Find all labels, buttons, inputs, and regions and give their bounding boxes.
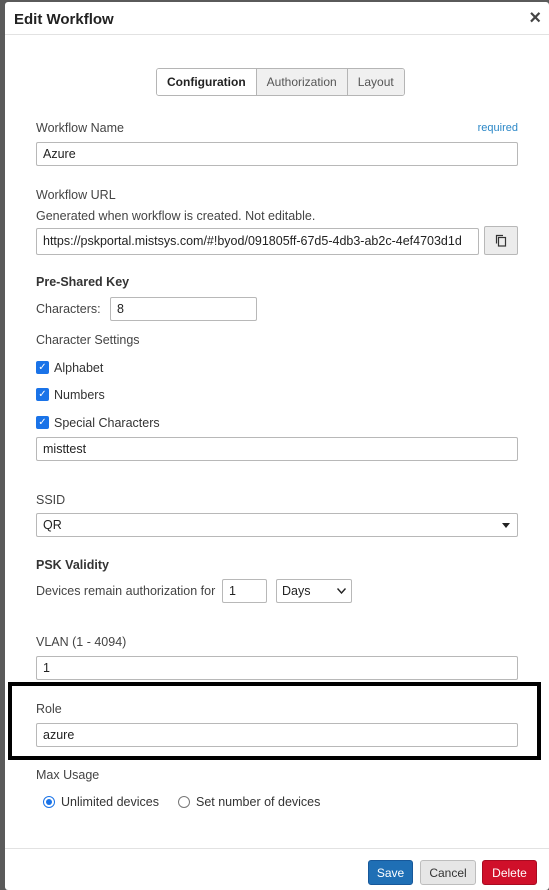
psk-validity-heading: PSK Validity	[36, 558, 109, 572]
alphabet-checkbox[interactable]: ✓	[36, 361, 49, 374]
workflow-name-label: Workflow Name	[36, 121, 124, 135]
tab-layout[interactable]: Layout	[346, 69, 404, 95]
psk-heading: Pre-Shared Key	[36, 275, 130, 289]
numbers-label: Numbers	[54, 388, 105, 402]
role-highlight-box	[8, 682, 541, 760]
copy-url-button[interactable]	[484, 226, 518, 255]
special-characters-label: Special Characters	[54, 416, 160, 430]
chevron-down-icon	[337, 588, 346, 594]
copy-icon	[495, 234, 507, 247]
delete-button[interactable]: Delete	[482, 860, 537, 885]
workflow-url-field[interactable]: https://pskportal.mistsys.com/#!byod/091…	[36, 228, 479, 255]
set-number-devices-label: Set number of devices	[196, 795, 321, 809]
max-usage-label: Max Usage	[36, 768, 100, 782]
validity-unit-select[interactable]: Days	[276, 579, 352, 603]
workflow-name-input[interactable]: Azure	[36, 142, 518, 166]
validity-amount-input[interactable]: 1	[222, 579, 267, 603]
vlan-label: VLAN (1 - 4094)	[36, 635, 127, 649]
workflow-url-help: Generated when workflow is created. Not …	[36, 209, 316, 223]
set-number-devices-radio[interactable]	[178, 796, 190, 808]
unlimited-devices-label: Unlimited devices	[61, 795, 159, 809]
dialog-title: Edit Workflow	[14, 11, 114, 28]
tab-bar: Configuration Authorization Layout	[156, 68, 405, 96]
required-indicator: required	[477, 122, 518, 134]
save-button[interactable]: Save	[368, 860, 413, 885]
characters-label: Characters:	[36, 302, 101, 316]
tab-authorization[interactable]: Authorization	[255, 69, 347, 95]
vlan-input[interactable]: 1	[36, 656, 518, 680]
close-icon[interactable]: ×	[529, 8, 541, 28]
validity-prefix-label: Devices remain authorization for	[36, 584, 216, 598]
special-characters-input[interactable]: misttest	[36, 437, 518, 461]
validity-unit-value: Days	[282, 584, 311, 598]
workflow-url-label: Workflow URL	[36, 188, 116, 202]
dropdown-arrow-icon	[502, 523, 510, 528]
cancel-button[interactable]: Cancel	[420, 860, 476, 885]
ssid-selected-value: QR	[43, 518, 62, 532]
tab-configuration[interactable]: Configuration	[157, 69, 256, 95]
dialog-footer-divider	[5, 848, 549, 849]
characters-input[interactable]: 8	[110, 297, 257, 321]
unlimited-devices-radio[interactable]	[43, 796, 55, 808]
special-characters-checkbox[interactable]: ✓	[36, 416, 49, 429]
numbers-checkbox[interactable]: ✓	[36, 388, 49, 401]
ssid-label: SSID	[36, 493, 66, 507]
character-settings-label: Character Settings	[36, 333, 140, 347]
ssid-select[interactable]: QR	[36, 513, 518, 537]
alphabet-label: Alphabet	[54, 361, 104, 375]
dialog-header: Edit Workflow ×	[5, 2, 549, 35]
